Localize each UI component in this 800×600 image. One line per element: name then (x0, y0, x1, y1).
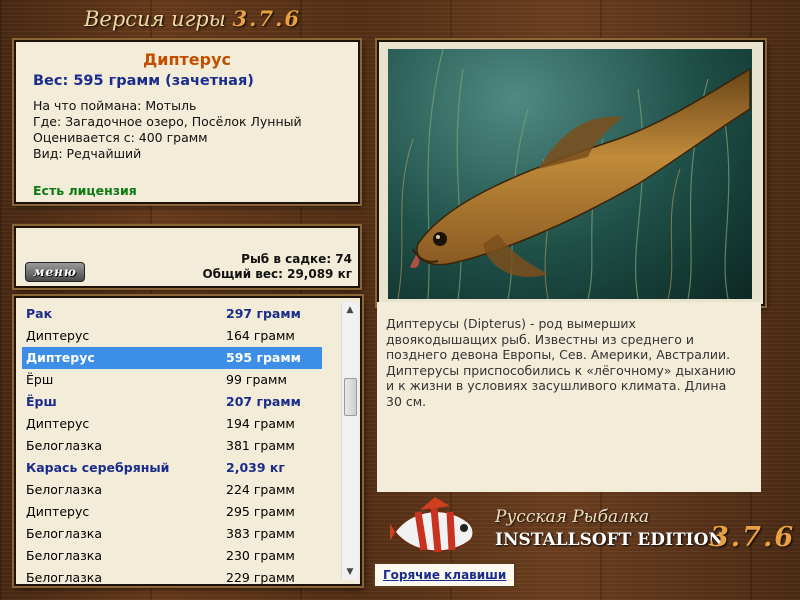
total-weight: Общий вес: 29,089 кг (202, 267, 352, 281)
catch-fish-name: Диптерус (26, 328, 90, 343)
version-header: Версия игры 3.7.6 (0, 6, 385, 31)
catch-fish-name: Диптерус (26, 416, 90, 431)
fish-place: Где: Загадочное озеро, Посёлок Лунный (33, 114, 302, 129)
catch-fish-weight: 224 грамм (226, 482, 295, 497)
catch-fish-name: Белоглазка (26, 548, 102, 563)
catch-row[interactable]: Диптерус 595 грамм (22, 347, 322, 369)
brand-edition: INSTALLSOFT EDITION (495, 530, 724, 550)
catch-row[interactable]: Белоглазка 381 грамм (22, 435, 322, 457)
catch-fish-weight: 2,039 кг (226, 460, 285, 475)
list-scrollbar[interactable]: ▲ ▼ (341, 302, 358, 580)
catch-row[interactable]: Белоглазка 230 грамм (22, 545, 322, 567)
scroll-up-icon[interactable]: ▲ (342, 302, 358, 318)
catch-fish-weight: 297 грамм (226, 306, 301, 321)
catch-fish-weight: 164 грамм (226, 328, 295, 343)
catch-fish-weight: 230 грамм (226, 548, 295, 563)
fish-bait: На что поймана: Мотыль (33, 98, 197, 113)
version-number: 3.7.6 (232, 6, 301, 31)
catch-fish-weight: 194 грамм (226, 416, 295, 431)
catch-row[interactable]: Белоглазка 224 грамм (22, 479, 322, 501)
keepnet-stats-panel: меню Рыб в садке: 74 Общий вес: 29,089 к… (14, 226, 360, 288)
catch-fish-weight: 595 грамм (226, 350, 301, 365)
catch-row[interactable]: Ёрш 207 грамм (22, 391, 322, 413)
catch-row[interactable]: Карась серебряный 2,039 кг (22, 457, 322, 479)
catch-fish-weight: 295 грамм (226, 504, 295, 519)
catch-row[interactable]: Диптерус 194 грамм (22, 413, 322, 435)
fish-rated: Оценивается с: 400 грамм (33, 130, 208, 145)
catch-fish-weight: 99 грамм (226, 372, 287, 387)
catch-list[interactable]: Рак 297 грамм Диптерус 164 грамм Диптерус 595… (14, 296, 362, 586)
scroll-thumb[interactable] (344, 378, 357, 416)
catch-row[interactable]: Диптерус 295 грамм (22, 501, 322, 523)
catch-fish-weight: 381 грамм (226, 438, 295, 453)
fish-illustration (397, 49, 751, 299)
catch-fish-name: Диптерус (26, 350, 95, 365)
fish-info-panel: Диптерус Вес: 595 грамм (зачетная) На чт… (14, 40, 360, 204)
fish-name: Диптерус (142, 50, 231, 69)
catch-row[interactable]: Белоглазка 229 грамм (22, 567, 322, 585)
catch-fish-name: Диптерус (26, 504, 90, 519)
fish-photo-frame (377, 40, 765, 306)
fish-description: Диптерусы (Dipterus) - род вымерших двоя… (386, 316, 736, 409)
description-panel: Диптерусы (Dipterus) - род вымерших двоя… (377, 302, 761, 492)
menu-button[interactable]: меню (25, 262, 85, 282)
fish-kind: Вид: Редчайший (33, 146, 142, 161)
catch-fish-name: Белоглазка (26, 526, 102, 541)
fish-photo (388, 49, 752, 299)
catch-fish-name: Ёрш (26, 372, 54, 387)
catch-fish-name: Ёрш (26, 394, 57, 409)
catch-fish-name: Карась серебряный (26, 460, 170, 475)
version-prefix: Версия игры (83, 7, 226, 31)
scroll-down-icon[interactable]: ▼ (342, 564, 358, 580)
catch-fish-name: Рак (26, 306, 53, 321)
catch-row[interactable]: Белоглазка 383 грамм (22, 523, 322, 545)
brand-title: Русская Рыбалка (495, 507, 650, 527)
catch-fish-weight: 207 грамм (226, 394, 301, 409)
perch-fish-icon (390, 497, 474, 553)
catch-fish-weight: 229 грамм (226, 570, 295, 585)
fish-weight: Вес: 595 грамм (зачетная) (33, 73, 254, 89)
catch-row[interactable]: Диптерус 164 грамм (22, 325, 322, 347)
catch-fish-name: Белоглазка (26, 482, 102, 497)
brand-version: 3.7.6 (710, 522, 796, 553)
catch-row[interactable]: Рак 297 грамм (22, 303, 322, 325)
fish-count: Рыб в садке: 74 (241, 252, 352, 266)
catch-fish-weight: 383 грамм (226, 526, 295, 541)
hotkeys-button[interactable]: Горячие клавиши (373, 562, 517, 588)
catch-fish-name: Белоглазка (26, 438, 102, 453)
catch-fish-name: Белоглазка (26, 570, 102, 585)
license-status: Есть лицензия (33, 183, 137, 198)
catch-row[interactable]: Ёрш 99 грамм (22, 369, 322, 391)
